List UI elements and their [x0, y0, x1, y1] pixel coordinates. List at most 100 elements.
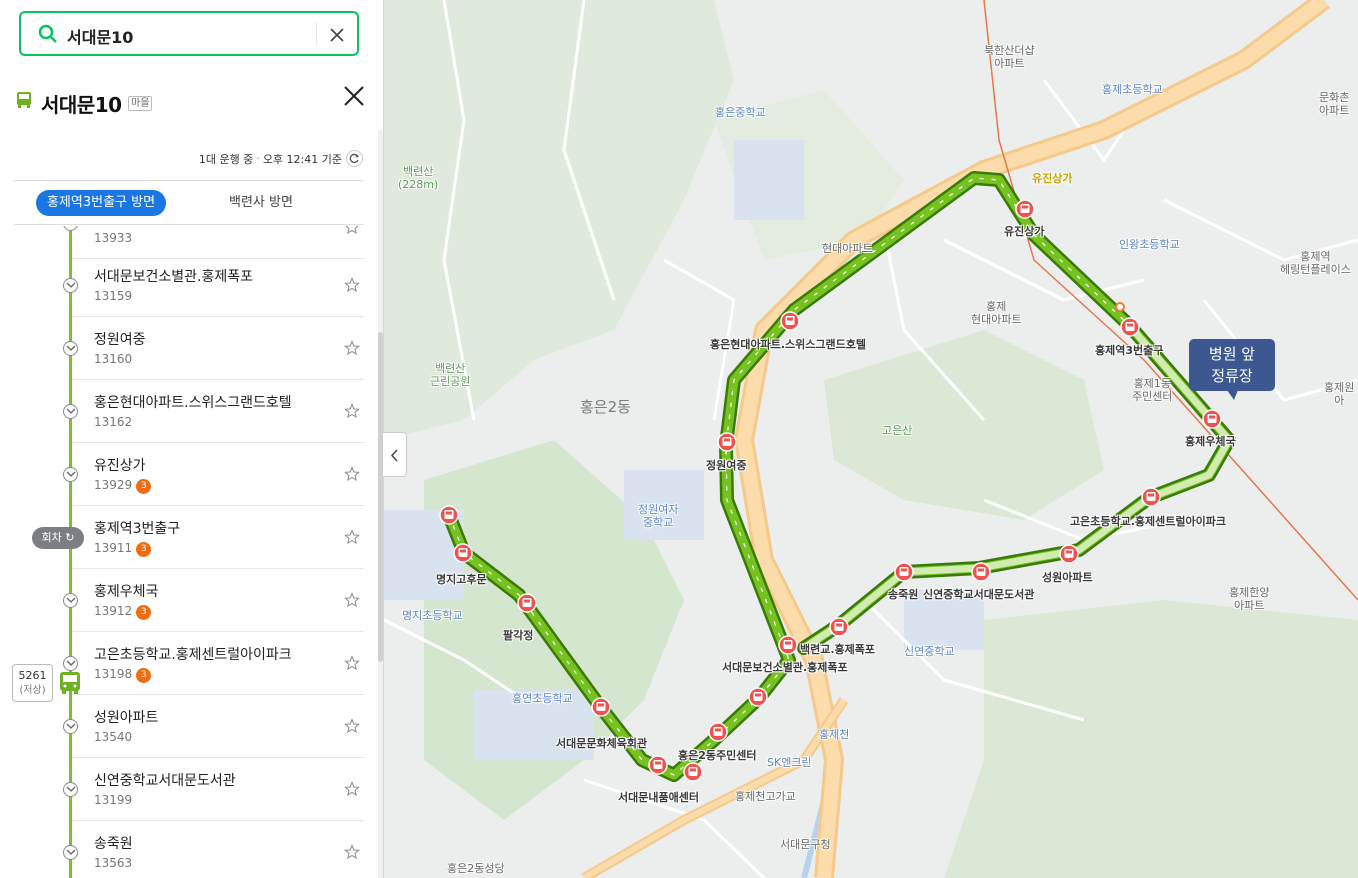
list-item[interactable]: 고은초등학교.홍제센트럴아이파크 13198 3 — [72, 632, 364, 695]
chevron-down-icon — [63, 593, 78, 608]
place-hongje-elem: 홍제초등학교 — [1102, 83, 1163, 96]
stop-name: 신연중학교서대문도서관 — [94, 773, 236, 789]
map-stop-pin[interactable] — [1120, 317, 1140, 337]
panel-collapse-button[interactable] — [383, 432, 407, 477]
clear-search-icon[interactable] — [326, 24, 348, 46]
map-view[interactable]: 유진상가 홍제역3번출구 홍제우체국 홍은현대아파트.스위스그랜드호텔 정원여중… — [384, 0, 1358, 878]
map-stop-pin[interactable] — [683, 762, 703, 782]
stop-callout: 병원 앞 정류장 — [1189, 339, 1275, 400]
map-stop-label: 고은초등학교.홍제센트럴아이파크 — [1070, 515, 1226, 528]
map-stop-pin[interactable] — [829, 617, 849, 637]
place-hongje-hyundai: 홍제 현대아파트 — [971, 300, 1022, 326]
stop-id-row: 13912 3 — [94, 604, 152, 620]
place-sinyeon-mid: 신연중학교 — [904, 645, 955, 658]
route-type-badge: 마을 — [128, 96, 153, 111]
star-icon[interactable] — [344, 529, 360, 545]
map-stop-pin[interactable] — [439, 505, 459, 525]
count-badge: 3 — [136, 479, 152, 494]
list-item[interactable]: 송죽원 13563 — [72, 821, 364, 878]
place-hongjecheon-high: 홍제천고가교 — [735, 790, 796, 803]
stop-name: 홍은현대아파트.스위스그랜드호텔 — [94, 395, 292, 411]
star-icon[interactable] — [344, 592, 360, 608]
bus-position-icon[interactable] — [58, 670, 82, 696]
star-icon[interactable] — [344, 655, 360, 671]
list-item[interactable]: 정원여중 13160 — [72, 317, 364, 380]
tab-direction-baekryeonsa[interactable]: 백련사 방면 — [229, 190, 293, 216]
place-bukhansan-apt: 북한산더샵 아파트 — [984, 44, 1035, 70]
star-icon[interactable] — [344, 340, 360, 356]
place-hongje-right: 홍제원 아 — [1324, 381, 1355, 407]
map-stop-pin[interactable] — [1141, 487, 1161, 507]
list-item[interactable]: 성원아파트 13540 — [72, 695, 364, 758]
map-stop-label: 홍은2동주민센터 — [678, 749, 757, 762]
refresh-icon[interactable] — [346, 150, 363, 167]
map-stop-label: 성원아파트 — [1042, 571, 1093, 584]
star-icon[interactable] — [344, 466, 360, 482]
place-hongeun-mid: 홍은중학교 — [715, 106, 766, 119]
chevron-down-icon — [63, 782, 78, 797]
stop-name: 고은초등학교.홍제센트럴아이파크 — [94, 647, 292, 663]
place-hongje1-center: 홍제1동 주민센터 — [1132, 377, 1173, 403]
star-icon[interactable] — [344, 226, 360, 235]
star-icon[interactable] — [344, 403, 360, 419]
map-stop-label: 신연중학교서대문도서관 — [923, 588, 1035, 601]
stop-name: 홍제우체국 — [94, 584, 159, 600]
turnaround-label: 회차 — [41, 531, 62, 544]
map-stop-label: 홍은현대아파트.스위스그랜드호텔 — [710, 338, 866, 351]
tab-direction-hongje[interactable]: 홍제역3번출구 방면 — [36, 190, 166, 216]
stop-name: 송죽원 — [94, 836, 133, 852]
stop-id-row: 13929 3 — [94, 478, 152, 494]
map-stop-pin[interactable] — [971, 562, 991, 582]
map-stop-pin[interactable] — [748, 687, 768, 707]
stop-name: 홍제역3번출구 — [94, 521, 181, 537]
place-goeunsan: 고은산 — [882, 424, 913, 437]
map-stop-pin[interactable] — [453, 543, 473, 563]
place-baekryeonsan: 백련산 (228m) — [398, 165, 439, 191]
scrollbar-thumb[interactable] — [378, 332, 383, 662]
map-stop-pin[interactable] — [778, 635, 798, 655]
star-icon[interactable] — [344, 844, 360, 860]
map-stop-pin[interactable] — [894, 562, 914, 582]
map-stop-pin[interactable] — [648, 755, 668, 775]
stop-name: 서대문보건소별관.홍제폭포 — [94, 269, 254, 285]
list-item[interactable]: 서대문보건소별관.홍제폭포 13159 — [72, 254, 364, 317]
route-header: 서대문10 마을 — [16, 88, 366, 118]
chevron-left-icon — [390, 449, 398, 462]
list-item[interactable]: 홍제역3번출구 13911 3 — [72, 506, 364, 569]
map-stop-pin[interactable] — [780, 311, 800, 331]
map-stop-label: 백련교.홍제폭포 — [800, 643, 876, 656]
map-stop-pin[interactable] — [591, 697, 611, 717]
stop-id: 13540 — [94, 730, 133, 744]
chevron-down-icon — [63, 404, 78, 419]
map-stop-pin[interactable] — [1015, 199, 1035, 219]
list-item[interactable]: 신연중학교서대문도서관 13199 — [72, 758, 364, 821]
map-stop-pin[interactable] — [717, 432, 737, 452]
map-stop-label: 유진상가 — [1004, 225, 1045, 238]
route-name: 서대문10 — [41, 93, 122, 117]
place-hyundai-apt: 현대아파트 — [822, 242, 873, 255]
map-stop-label: 서대문보건소별관.홍제폭포 — [722, 661, 848, 674]
map-stop-label: 서대문문화체육회관 — [556, 737, 648, 750]
list-item[interactable]: 홍제우체국 13912 3 — [72, 569, 364, 632]
place-inwang-elem: 인왕초등학교 — [1119, 238, 1180, 251]
chevron-down-icon — [63, 341, 78, 356]
map-stop-label: 홍제역3번출구 — [1095, 344, 1164, 357]
star-icon[interactable] — [344, 718, 360, 734]
search-input[interactable]: 서대문10 — [67, 24, 133, 48]
star-icon[interactable] — [344, 781, 360, 797]
bus-number: 5261 — [18, 669, 47, 682]
map-stop-pin[interactable] — [708, 722, 728, 742]
search-box[interactable]: 서대문10 — [19, 11, 359, 56]
list-item[interactable]: 홍은현대아파트.스위스그랜드호텔 13162 — [72, 380, 364, 443]
map-stop-pin[interactable] — [1202, 409, 1222, 429]
map-stop-pin[interactable] — [517, 593, 537, 613]
stop-id: 13911 — [94, 541, 133, 555]
map-stop-pin[interactable] — [1059, 544, 1079, 564]
close-icon[interactable] — [343, 85, 365, 107]
list-item[interactable]: 유진상가 13929 3 — [72, 443, 364, 506]
bus-tag[interactable]: 5261 (저상) — [12, 664, 53, 702]
star-icon[interactable] — [344, 277, 360, 293]
place-hongje-hanyang: 홍제한양 아파트 — [1229, 586, 1270, 612]
turnaround-badge: 회차 ↻ — [32, 527, 84, 549]
place-yujin-mall: 유진상가 — [1032, 172, 1073, 185]
